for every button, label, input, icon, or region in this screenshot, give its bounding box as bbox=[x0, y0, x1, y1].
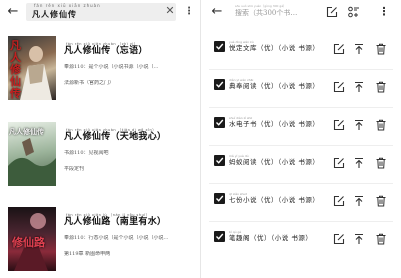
checkbox-checked-icon[interactable] bbox=[214, 79, 225, 90]
edit-icon[interactable] bbox=[333, 40, 345, 55]
book-source-panel: ← sōu suǒ shū yuán（gòng 300 gè） 搜索（共300个… bbox=[201, 0, 401, 278]
delete-icon[interactable] bbox=[375, 78, 387, 93]
result-title: 凡人修仙传（天地我心） bbox=[64, 132, 167, 142]
result-item[interactable]: 修仙路 fán rén xiū xiān lù （nán lǐ yǒu shuǐ… bbox=[0, 207, 200, 278]
result-latest-chapter: 第119章 新图命申两 bbox=[64, 251, 111, 257]
checkbox-checked-icon[interactable] bbox=[214, 193, 225, 204]
source-row[interactable]: qī xiǎo shuō 七份小说（优）（小说 书源） bbox=[201, 184, 401, 222]
result-latest-chapter: 平段定刊 bbox=[64, 166, 85, 172]
edit-icon[interactable] bbox=[333, 116, 345, 131]
result-item[interactable]: 凡人修仙传 fán rén xiū xiān zhuàn （zhì yì） 凡人… bbox=[0, 36, 200, 116]
source-row[interactable]: yuè dìng wén kù 悦定文库（优）（小说 书源） bbox=[201, 32, 401, 70]
source-name: 笔趣阁（优）（小说 书源） bbox=[229, 234, 313, 242]
move-to-top-icon[interactable] bbox=[353, 192, 365, 206]
edit-source-icon[interactable] bbox=[325, 4, 339, 20]
source-name: 水电子书（优）（小说 书源） bbox=[229, 120, 320, 128]
more-options-icon[interactable]: ⋮ bbox=[377, 4, 391, 20]
move-to-top-icon[interactable] bbox=[353, 116, 365, 130]
source-name: 蚂蚁阅读（优）（小说 书源） bbox=[229, 158, 320, 166]
edit-icon[interactable] bbox=[333, 78, 345, 93]
search-input[interactable]: fán rén xiū xiān zhuàn 凡人修仙传 bbox=[26, 3, 176, 21]
source-row[interactable]: bǐ qù gé 笔趣阁（优）（小说 书源） bbox=[201, 222, 401, 260]
checkbox-checked-icon[interactable] bbox=[214, 117, 225, 128]
book-cover-title: 凡人修仙传 bbox=[9, 127, 44, 136]
source-row[interactable]: shuǐ diàn zǐ shū 水电子书（优）（小说 书源） bbox=[201, 108, 401, 146]
result-title: 凡人修仙路（南里有水） bbox=[64, 217, 167, 227]
book-cover: 凡人修仙传 bbox=[8, 122, 56, 186]
delete-icon[interactable] bbox=[375, 40, 387, 55]
result-title: 凡人修仙传（忘语） bbox=[64, 46, 148, 56]
source-search-input[interactable]: sōu suǒ shū yuán（gòng 300 gè） 搜索（共300个书… bbox=[235, 4, 311, 20]
back-arrow-icon[interactable]: ← bbox=[210, 5, 224, 19]
clear-icon[interactable]: ✕ bbox=[164, 4, 176, 18]
source-row[interactable]: mǎ yǐ yuè dú 蚂蚁阅读（优）（小说 书源） bbox=[201, 146, 401, 184]
book-cover-title: 凡人修仙传 bbox=[10, 39, 21, 100]
source-name: 典奉阅读（优）（小说 书源） bbox=[229, 82, 320, 90]
source-row[interactable]: diǎn yī wén zhāi 典奉阅读（优）（小说 书源） bbox=[201, 70, 401, 108]
book-cover: 凡人修仙传 bbox=[8, 36, 56, 100]
delete-icon[interactable] bbox=[375, 154, 387, 169]
source-name: 悦定文库（优）（小说 书源） bbox=[229, 44, 320, 52]
result-source: 奉源110：是个小说（小说书源（小说（… bbox=[64, 64, 159, 70]
search-input-value: 凡人修仙传 bbox=[32, 9, 77, 19]
more-options-icon[interactable]: ⋮ bbox=[184, 3, 194, 21]
group-icon[interactable] bbox=[347, 4, 361, 20]
checkbox-checked-icon[interactable] bbox=[214, 155, 225, 166]
source-name: 七份小说（优）（小说 书源） bbox=[229, 196, 320, 204]
move-to-top-icon[interactable] bbox=[353, 78, 365, 92]
search-toolbar: ← fán rén xiū xiān zhuàn 凡人修仙传 ✕ ⋮ bbox=[0, 0, 200, 24]
book-cover-title: 修仙路 bbox=[12, 236, 45, 249]
edit-icon[interactable] bbox=[333, 230, 345, 245]
checkbox-checked-icon[interactable] bbox=[214, 231, 225, 242]
delete-icon[interactable] bbox=[375, 116, 387, 131]
edit-icon[interactable] bbox=[333, 192, 345, 207]
move-to-top-icon[interactable] bbox=[353, 154, 365, 168]
result-source: 书源110：见视阅吧 bbox=[64, 150, 109, 156]
edit-icon[interactable] bbox=[333, 154, 345, 169]
move-to-top-icon[interactable] bbox=[353, 40, 365, 54]
delete-icon[interactable] bbox=[375, 192, 387, 207]
book-cover: 修仙路 bbox=[8, 207, 56, 271]
source-toolbar: ← sōu suǒ shū yuán（gòng 300 gè） 搜索（共300个… bbox=[201, 0, 401, 24]
delete-icon[interactable] bbox=[375, 230, 387, 245]
search-results-panel: ← fán rén xiū xiān zhuàn 凡人修仙传 ✕ ⋮ 凡人修仙传… bbox=[0, 0, 200, 278]
move-to-top-icon[interactable] bbox=[353, 230, 365, 244]
source-search-placeholder: 搜索（共300个书… bbox=[235, 9, 298, 17]
result-item[interactable]: 凡人修仙传 fán rén xiū xiān zhuàn （tiān dì wǒ… bbox=[0, 122, 200, 202]
result-latest-chapter: 法源新书（官药之门） bbox=[64, 80, 115, 86]
back-arrow-icon[interactable]: ← bbox=[6, 5, 20, 19]
result-source: 奉源110：行态小说（是个小说（小说（小说… bbox=[64, 235, 169, 241]
checkbox-checked-icon[interactable] bbox=[214, 41, 225, 52]
